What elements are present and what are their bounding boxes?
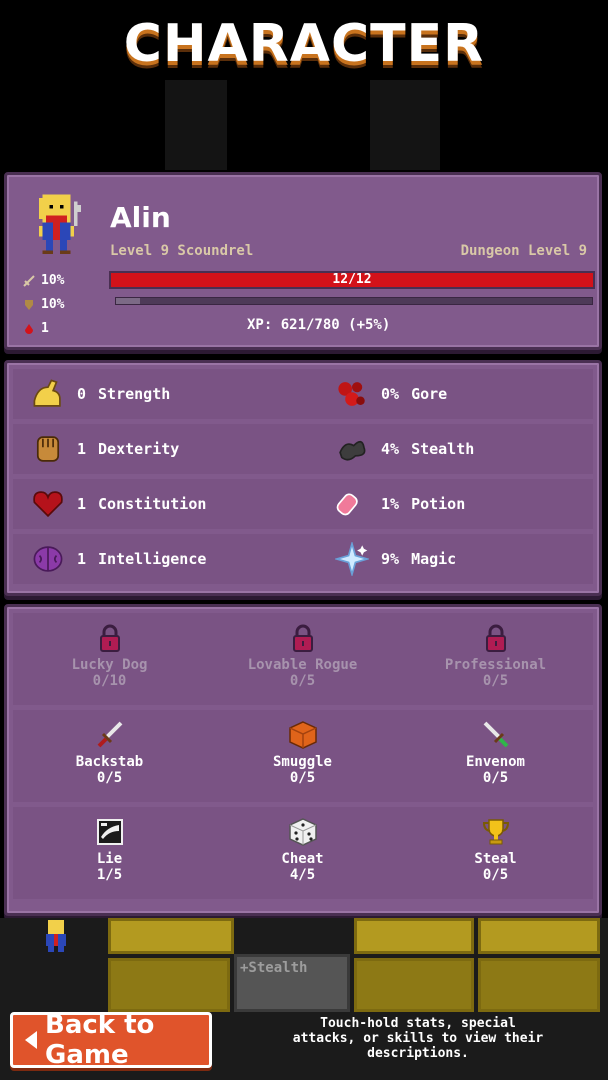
sword-icon	[23, 274, 35, 287]
board-tile	[354, 918, 474, 954]
skill-smuggle[interactable]: Smuggle 0/5	[206, 710, 399, 802]
skill-lie[interactable]: Lie 1/5	[13, 807, 206, 899]
blood-value: 1	[41, 321, 49, 336]
skill-row: Lie 1/5 Cheat 4/5 Steal 0/5	[13, 807, 593, 899]
lock-icon	[481, 623, 511, 653]
back-to-game-button[interactable]: Back to Game	[10, 1010, 212, 1070]
health-text: 12/12	[332, 272, 372, 287]
mask-icon	[95, 817, 125, 847]
stat-strength[interactable]: 0 Strength	[31, 369, 170, 419]
back-button-label: Back to Game	[45, 1010, 155, 1070]
attributes-panel: 0 Strength 0% Gore 1 Dexterity 4% Stealt…	[4, 360, 602, 596]
stealth-smoke-icon	[339, 440, 366, 461]
defense-value: 10%	[41, 297, 65, 312]
board-tile	[478, 958, 600, 1012]
stat-row: 1 Intelligence 9% Magic	[13, 534, 593, 584]
xp-text: XP: 621/780 (+5%)	[247, 317, 391, 333]
xp-bar-fill	[116, 298, 140, 304]
strength-arm-icon	[33, 379, 61, 407]
stat-potion[interactable]: 1% Potion	[335, 479, 465, 529]
skill-envenom[interactable]: Envenom 0/5	[399, 710, 592, 802]
blood-drop-icon	[25, 323, 33, 334]
board-tile	[478, 918, 600, 954]
back-arrow-icon	[25, 1031, 37, 1049]
player-name: Alin	[110, 201, 171, 234]
stat-row: 1 Constitution 1% Potion	[13, 479, 593, 529]
gore-icon	[338, 382, 365, 406]
stat-row: 0 Strength 0% Gore	[13, 369, 593, 419]
xp-bar	[115, 297, 593, 305]
stat-constitution[interactable]: 1 Constitution	[31, 479, 206, 529]
dexterity-fist-icon	[36, 436, 60, 462]
skill-row: Backstab 0/5 Smuggle 0/5 Envenom 0/5	[13, 710, 593, 802]
player-token-icon	[46, 920, 66, 952]
lock-icon	[95, 623, 125, 653]
dagger-icon	[95, 720, 125, 750]
intelligence-brain-icon	[33, 546, 63, 572]
stealth-bonus-ghost: +Stealth	[240, 960, 308, 976]
board-tile	[354, 958, 474, 1012]
stat-magic[interactable]: 9% Magic	[335, 534, 456, 584]
board-tile	[108, 918, 234, 954]
shield-icon	[25, 299, 33, 310]
potion-icon	[336, 493, 358, 516]
help-hint: Touch-hold stats, special attacks, or sk…	[292, 1016, 544, 1061]
background-pillar	[370, 80, 440, 170]
dungeon-level: Dungeon Level 9	[460, 243, 587, 259]
stat-stealth[interactable]: 4% Stealth	[335, 424, 474, 474]
poison-dagger-icon	[481, 720, 511, 750]
player-level: Level 9 Scoundrel	[110, 243, 254, 259]
stat-intelligence[interactable]: 1 Intelligence	[31, 534, 206, 584]
skill-lovable-rogue[interactable]: Lovable Rogue 0/5	[206, 613, 399, 705]
background-pillar	[165, 80, 227, 170]
stat-dexterity[interactable]: 1 Dexterity	[31, 424, 179, 474]
character-summary-panel: Alin Level 9 Scoundrel Dungeon Level 9 1…	[4, 172, 602, 350]
health-bar: 12/12	[109, 271, 595, 289]
magic-sparkle-icon	[335, 542, 369, 576]
lock-icon	[288, 623, 318, 653]
skill-steal[interactable]: Steal 0/5	[399, 807, 592, 899]
skills-panel: Lucky Dog 0/10 Lovable Rogue 0/5 Profess…	[4, 604, 602, 916]
board-tile	[108, 958, 230, 1012]
attack-value: 10%	[41, 273, 65, 288]
skill-row: Lucky Dog 0/10 Lovable Rogue 0/5 Profess…	[13, 613, 593, 705]
skill-professional[interactable]: Professional 0/5	[399, 613, 592, 705]
skill-cheat[interactable]: Cheat 4/5	[206, 807, 399, 899]
attack-stat[interactable]: 10%	[23, 273, 64, 288]
skill-backstab[interactable]: Backstab 0/5	[13, 710, 206, 802]
player-avatar[interactable]	[25, 191, 95, 261]
crate-icon	[288, 720, 318, 750]
screen-title: CHARACTER	[123, 14, 485, 74]
defense-stat[interactable]: 10%	[23, 297, 64, 312]
constitution-heart-icon	[33, 491, 63, 518]
blood-stat[interactable]: 1	[23, 321, 49, 336]
skill-lucky-dog[interactable]: Lucky Dog 0/10	[13, 613, 206, 705]
stat-row: 1 Dexterity 4% Stealth	[13, 424, 593, 474]
dice-icon	[288, 817, 318, 847]
trophy-icon	[481, 817, 511, 847]
stat-gore[interactable]: 0% Gore	[335, 369, 447, 419]
